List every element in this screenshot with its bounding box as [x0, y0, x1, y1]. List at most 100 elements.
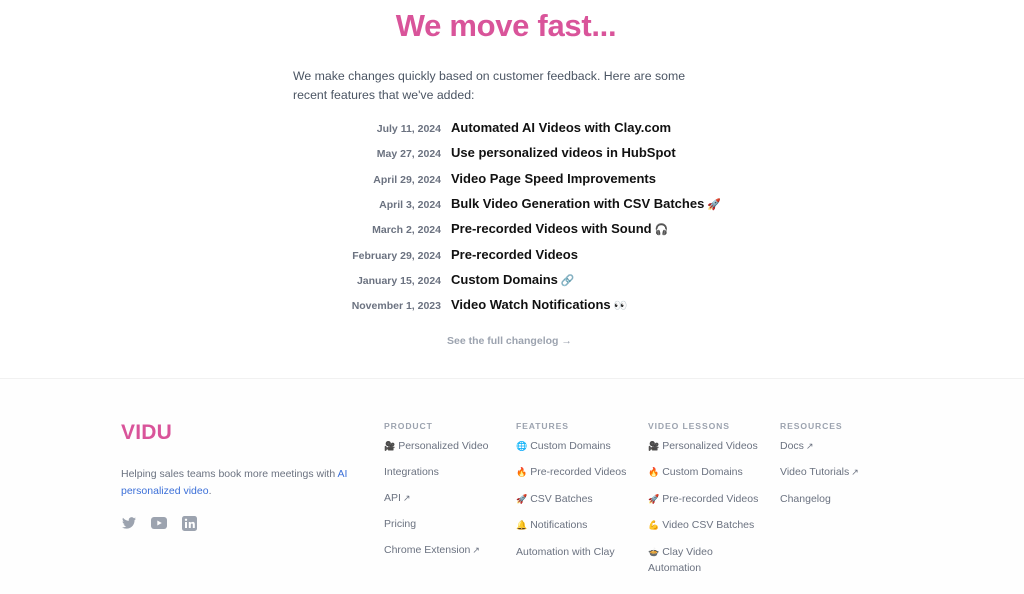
- changelog-item: July 11, 2024 Automated AI Videos with C…: [0, 120, 1024, 140]
- bell-icon: 🔔: [516, 521, 528, 532]
- flexed-arm-icon: 💪: [648, 521, 660, 532]
- footer-column-video-lessons: VIDEO LESSONS 🎥 Personalized Videos 🔥 Cust…: [648, 421, 768, 586]
- changelog-title: Automated AI Videos with Clay.com: [451, 120, 672, 135]
- changelog-title: Pre-recorded Videos: [451, 246, 578, 262]
- footer-link-changelog[interactable]: Changelog: [780, 492, 905, 507]
- changelog-title: Bulk Video Generation with CSV Batches: [451, 195, 705, 211]
- changelog-date: February 29, 2024: [352, 249, 441, 262]
- headphones-icon: 🎧: [654, 223, 669, 237]
- footer-tagline: Helping sales teams book more meetings w…: [121, 466, 361, 499]
- changelog-item: February 29, 2024 Pre-recorded Videos: [0, 247, 1024, 267]
- tagline-text: Helping sales teams book more meetings w…: [121, 468, 338, 480]
- changelog-title: Pre-recorded Videos with Sound: [451, 221, 652, 237]
- link-label: Docs: [780, 440, 804, 452]
- video-camera-icon: 🎥: [384, 442, 396, 452]
- changelog-date: May 27, 2024: [376, 148, 441, 161]
- link-label: Custom Domains: [530, 440, 611, 452]
- footer-link-api[interactable]: API ↗: [384, 491, 509, 507]
- column-heading: PRODUCT: [384, 421, 433, 431]
- changelog-title-link[interactable]: Pre-recorded Videos: [451, 247, 581, 262]
- footer-link-lesson-video-csv-batches[interactable]: 💪 Video CSV Batches: [648, 518, 768, 534]
- tagline-period: .: [208, 484, 212, 497]
- changelog-item: April 29, 2024 Video Page Speed Improvem…: [0, 171, 1024, 191]
- video-camera-icon: 🎥: [648, 442, 660, 452]
- link-label: Integrations: [384, 466, 439, 479]
- changelog-title-link[interactable]: Custom Domains 🔗: [451, 272, 575, 287]
- column-heading: FEATURES: [516, 421, 569, 431]
- rocket-icon: 🚀: [516, 494, 528, 505]
- link-label: Notifications: [530, 519, 588, 532]
- full-changelog-link[interactable]: See the full changelog →: [447, 335, 572, 347]
- twitter-icon: [122, 517, 136, 529]
- link-label: CSV Batches: [530, 492, 593, 505]
- external-link-icon: ↗: [805, 442, 814, 452]
- changelog-item: April 3, 2024 Bulk Video Generation with…: [0, 196, 1024, 216]
- footer-link-lesson-custom-domains[interactable]: 🔥 Custom Domains: [648, 465, 768, 481]
- link-icon: 🔗: [560, 273, 575, 287]
- footer-link-lesson-clay-video-automation[interactable]: 🍲 Clay Video Automation: [648, 545, 728, 576]
- linkedin-link[interactable]: [181, 515, 197, 531]
- changelog-title-link[interactable]: Bulk Video Generation with CSV Batches 🚀: [451, 196, 721, 211]
- eyes-icon: 👀: [613, 299, 628, 313]
- link-label: Personalized Video: [398, 440, 489, 452]
- link-label: Pre-recorded Videos: [662, 492, 759, 505]
- footer-link-chrome-extension[interactable]: Chrome Extension ↗: [384, 543, 509, 559]
- footer-link-notifications[interactable]: 🔔 Notifications: [516, 518, 641, 534]
- fire-icon: 🔥: [648, 468, 660, 479]
- footer-column-product: PRODUCT 🎥 Personalized Video Integrations…: [384, 421, 509, 569]
- footer-link-lesson-pre-recorded-videos[interactable]: 🚀 Pre-recorded Videos: [648, 492, 768, 508]
- changelog-item: November 1, 2023 Video Watch Notificatio…: [0, 297, 1024, 317]
- footer-link-custom-domains[interactable]: 🌐 Custom Domains: [516, 439, 641, 455]
- footer-link-video-tutorials[interactable]: Video Tutorials ↗: [780, 465, 905, 481]
- pot-icon: 🍲: [648, 547, 660, 558]
- changelog-title-link[interactable]: Pre-recorded Videos with Sound 🎧: [451, 221, 668, 236]
- footer-link-pre-recorded-videos[interactable]: 🔥 Pre-recorded Videos: [516, 465, 641, 481]
- link-label: Video Tutorials: [780, 466, 850, 479]
- changelog-date: March 2, 2024: [372, 224, 441, 237]
- column-heading: VIDEO LESSONS: [648, 421, 730, 431]
- link-label: Automation with Clay: [516, 545, 615, 558]
- external-link-icon: ↗: [402, 493, 411, 504]
- changelog-item: May 27, 2024 Use personalized videos in …: [0, 145, 1024, 165]
- footer-link-automation-with-clay[interactable]: Automation with Clay: [516, 545, 641, 560]
- changelog-date: November 1, 2023: [351, 300, 441, 313]
- external-link-icon: ↗: [851, 468, 859, 479]
- changelog-title-link[interactable]: Automated AI Videos with Clay.com: [451, 120, 674, 135]
- footer-link-pricing[interactable]: Pricing: [384, 517, 509, 532]
- footer: VIDU Helping sales teams book more meeti…: [0, 379, 1024, 594]
- link-label: Changelog: [780, 492, 831, 505]
- rocket-icon: 🚀: [648, 494, 660, 505]
- footer-logo[interactable]: VIDU: [121, 421, 172, 445]
- footer-link-lesson-personalized-videos[interactable]: 🎥 Personalized Videos: [648, 439, 768, 455]
- footer-link-integrations[interactable]: Integrations: [384, 465, 509, 480]
- changelog-date: January 15, 2024: [356, 274, 441, 287]
- footer-link-personalized-video[interactable]: 🎥 Personalized Video: [384, 439, 509, 455]
- page-title: We move fast...: [395, 8, 617, 43]
- rocket-icon: 🚀: [707, 197, 722, 211]
- youtube-link[interactable]: [151, 515, 167, 531]
- footer-column-features: FEATURES 🌐 Custom Domains 🔥 Pre-recorded V…: [516, 421, 641, 570]
- changelog-item: March 2, 2024 Pre-recorded Videos with S…: [0, 221, 1024, 241]
- changelog-date: April 29, 2024: [373, 173, 441, 186]
- footer-link-docs[interactable]: Docs ↗: [780, 439, 905, 455]
- footer-link-csv-batches[interactable]: 🚀 CSV Batches: [516, 492, 641, 508]
- changelog-date: April 3, 2024: [379, 198, 441, 211]
- changelog-item: January 15, 2024 Custom Domains 🔗: [0, 272, 1024, 292]
- changelog-title: Use personalized videos in HubSpot: [451, 145, 676, 161]
- changelog-section: We move fast... We make changes quickly …: [0, 0, 1024, 379]
- changelog-title-link[interactable]: Video Page Speed Improvements: [451, 171, 659, 186]
- changelog-title: Video Watch Notifications: [451, 297, 611, 313]
- social-links: [121, 515, 197, 531]
- fire-icon: 🔥: [516, 468, 528, 479]
- globe-icon: 🌐: [516, 442, 528, 452]
- column-heading: RESOURCES: [780, 421, 843, 431]
- link-label: Video CSV Batches: [662, 519, 755, 532]
- twitter-link[interactable]: [121, 515, 137, 531]
- changelog-title-link[interactable]: Video Watch Notifications 👀: [451, 297, 627, 312]
- changelog-title: Custom Domains: [451, 271, 558, 287]
- changelog-date: July 11, 2024: [376, 123, 441, 135]
- footer-column-resources: RESOURCES Docs ↗ Video Tutorials ↗ Changel…: [780, 421, 905, 517]
- changelog-title: Video Page Speed Improvements: [451, 170, 656, 186]
- intro-text: We make changes quickly based on custome…: [293, 69, 686, 102]
- changelog-title-link[interactable]: Use personalized videos in HubSpot: [451, 145, 679, 160]
